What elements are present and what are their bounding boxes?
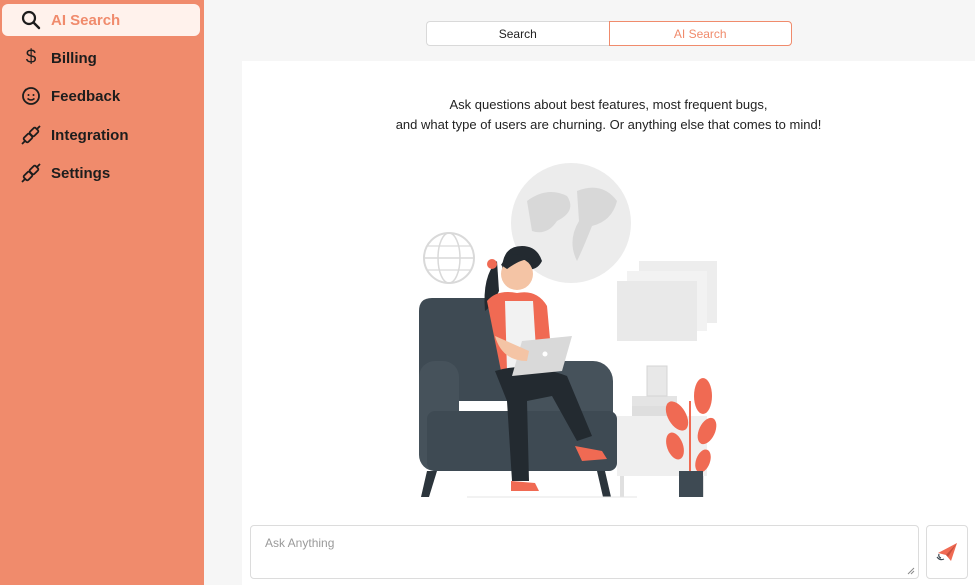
paper-plane-icon [936,543,957,561]
tab-ai-search[interactable]: AI Search [608,21,792,46]
intro-line: and what type of users are churning. Or … [395,117,822,132]
smiley-icon [20,85,42,107]
woman-with-laptop-illustration [419,163,717,498]
sidebar-item-label: Settings [51,164,111,182]
sidebar-item-feedback[interactable]: Feedback [2,80,200,112]
sidebar-item-label: Feedback [51,87,121,105]
sidebar-item-integration[interactable]: Integration [2,119,200,151]
sidebar-item-label: AI Search [51,11,121,29]
send-button[interactable] [926,525,968,579]
plug-icon [20,162,42,184]
intro-line: Ask questions about best features, most … [449,97,768,112]
search-icon [20,9,42,31]
resize-handle-icon[interactable] [907,567,915,575]
sidebar-item-label: Billing [51,49,97,67]
dollar-icon: $ [25,47,37,68]
sidebar-item-label: Integration [51,126,129,144]
sidebar-item-billing[interactable]: $ Billing [2,42,200,74]
tab-search[interactable]: Search [426,21,609,46]
intro-text: Ask questions about best features, most … [242,95,975,135]
ask-anything-input[interactable] [250,525,919,579]
search-mode-tabs: Search AI Search [426,21,792,46]
ai-search-panel: Ask questions about best features, most … [242,61,975,585]
sidebar-item-ai-search[interactable]: AI Search [2,4,200,36]
sidebar: AI Search $ Billing Feedback Integration… [0,0,204,585]
plug-icon [20,124,42,146]
sidebar-item-settings[interactable]: Settings [2,157,200,189]
